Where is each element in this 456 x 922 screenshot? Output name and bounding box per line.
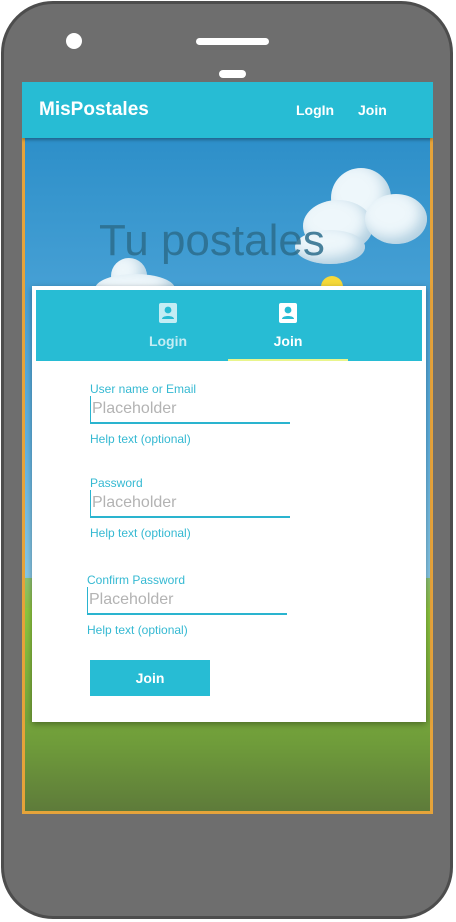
app-bar: MisPostales LogIn Join xyxy=(22,82,433,138)
password-help-text: Help text (optional) xyxy=(90,526,191,540)
join-button[interactable]: Join xyxy=(90,660,210,696)
confirm-password-label: Confirm Password xyxy=(87,573,186,587)
username-input[interactable] xyxy=(90,396,290,424)
earpiece-speaker xyxy=(196,38,269,45)
account-box-icon xyxy=(159,303,177,323)
app-title[interactable]: MisPostales xyxy=(39,99,149,121)
username-label: User name or Email xyxy=(90,382,197,396)
cloud xyxy=(365,194,427,244)
password-label: Password xyxy=(90,476,143,490)
front-camera xyxy=(66,33,82,49)
confirm-password-input[interactable] xyxy=(87,587,287,615)
tab-login[interactable]: Login xyxy=(108,290,228,361)
account-box-icon xyxy=(279,303,297,323)
auth-tabbar: Login Join xyxy=(36,290,422,361)
proximity-sensor xyxy=(219,70,246,78)
auth-card: Login Join User name or Email Help text … xyxy=(32,286,426,722)
tab-join-label: Join xyxy=(273,333,303,349)
hero-title: Tu postales xyxy=(99,216,325,265)
username-help-text: Help text (optional) xyxy=(90,432,191,446)
active-tab-indicator xyxy=(228,359,348,361)
password-input[interactable] xyxy=(90,490,290,518)
tab-login-label: Login xyxy=(148,333,188,349)
tab-join[interactable]: Join xyxy=(228,290,348,361)
nav-join-link[interactable]: Join xyxy=(358,102,387,118)
nav-login-link[interactable]: LogIn xyxy=(296,102,334,118)
confirm-password-help-text: Help text (optional) xyxy=(87,623,188,637)
